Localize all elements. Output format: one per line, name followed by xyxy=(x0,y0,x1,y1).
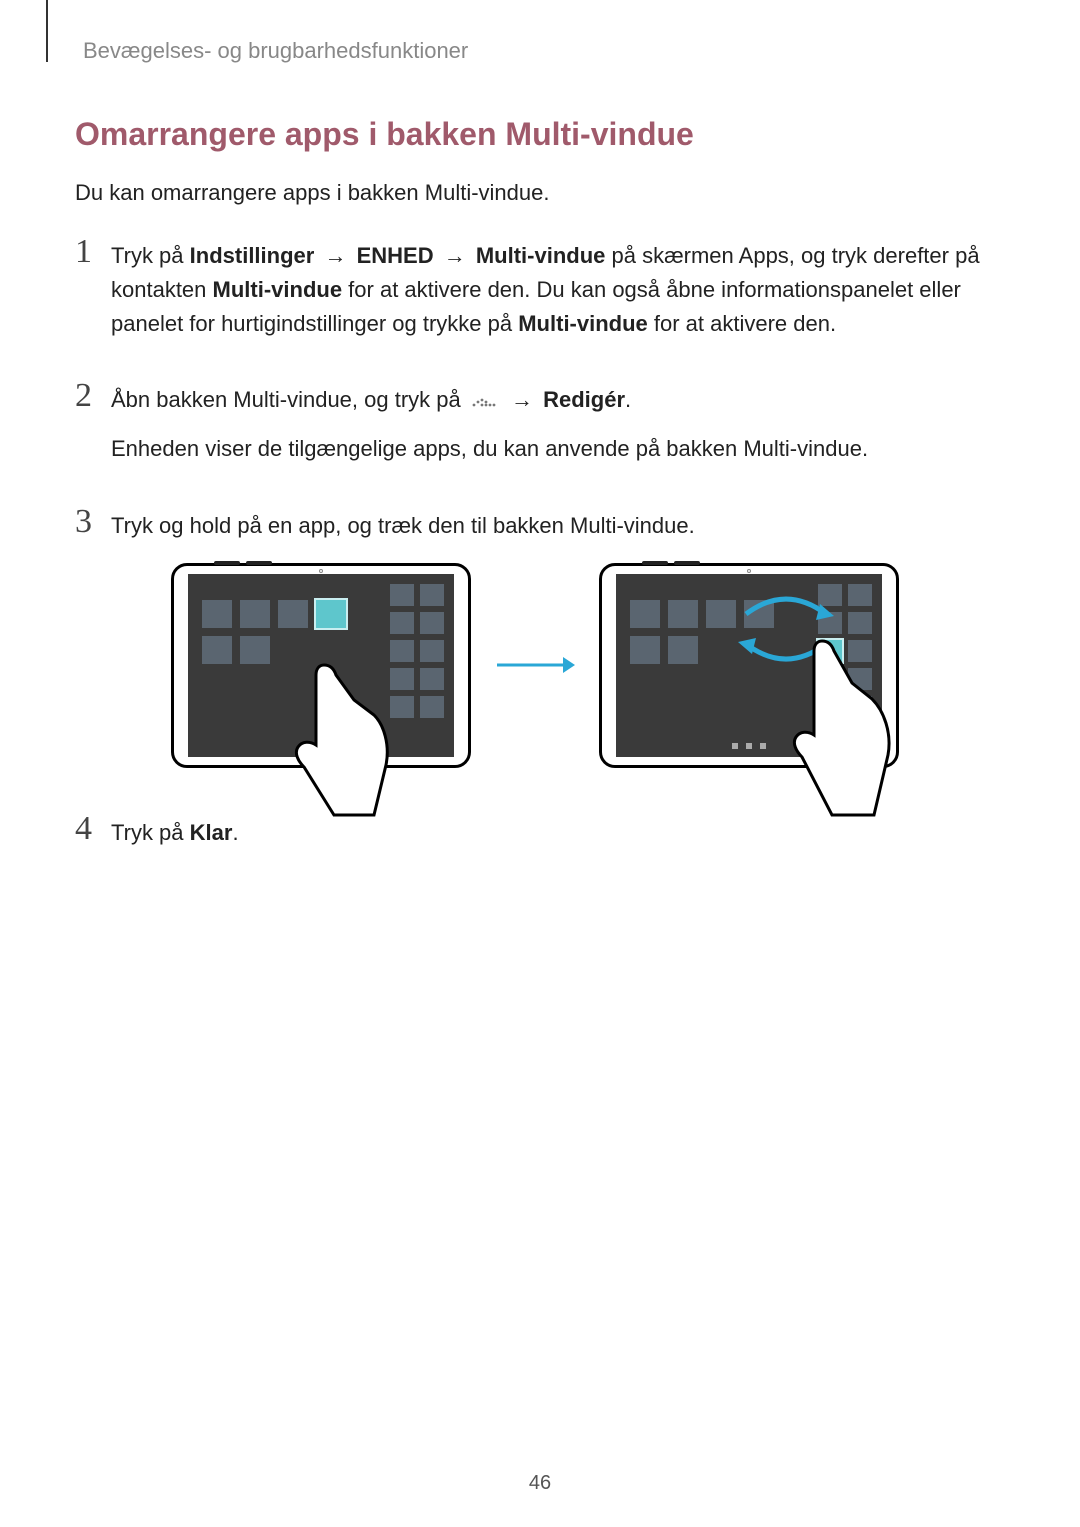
arrow-glyph: → xyxy=(507,387,543,412)
step-2-body: Åbn bakken Multi-vindue, og tryk på xyxy=(111,383,868,480)
bold-text: ENHED xyxy=(357,243,434,268)
arrow-glyph: → xyxy=(434,243,476,268)
text: Tryk på xyxy=(111,820,190,845)
more-dots-icon xyxy=(467,384,501,418)
step-1-number: 1 xyxy=(75,235,111,269)
bold-text: Klar xyxy=(190,820,233,845)
arrow-right-icon xyxy=(495,653,575,677)
text: Enheden viser de tilgængelige apps, du k… xyxy=(111,432,868,466)
illustration-row xyxy=(171,563,899,768)
header-tab-marker xyxy=(46,0,48,62)
text: . xyxy=(625,387,631,412)
section-intro: Du kan omarrangere apps i bakken Multi-v… xyxy=(75,177,1005,209)
page-number: 46 xyxy=(0,1472,1080,1495)
text: Tryk og hold på en app, og træk den til … xyxy=(111,509,899,543)
text: for at aktivere den. xyxy=(648,311,836,336)
tablet-illustration-left xyxy=(171,563,471,768)
breadcrumb: Bevægelses- og brugbarhedsfunktioner xyxy=(83,38,1005,64)
swap-arrows-icon xyxy=(736,594,836,664)
text: . xyxy=(232,820,238,845)
bold-text: Indstillinger xyxy=(190,243,315,268)
section-heading: Omarrangere apps i bakken Multi-vindue xyxy=(75,116,1005,153)
step-4-number: 4 xyxy=(75,812,111,846)
bold-text: Multi-vindue xyxy=(518,311,648,336)
step-3-number: 3 xyxy=(75,505,111,539)
step-1: 1 Tryk på Indstillinger → ENHED → Multi-… xyxy=(75,239,1005,355)
step-1-body: Tryk på Indstillinger → ENHED → Multi-vi… xyxy=(111,239,1005,355)
text: Åbn bakken Multi-vindue, og tryk på xyxy=(111,387,467,412)
tablet-illustration-right xyxy=(599,563,899,768)
text: Tryk på xyxy=(111,243,190,268)
step-2: 2 Åbn bakken Multi-vindue, og tryk på xyxy=(75,383,1005,480)
step-4: 4 Tryk på Klar. xyxy=(75,816,1005,864)
arrow-glyph: → xyxy=(314,243,356,268)
bold-text: Multi-vindue xyxy=(476,243,606,268)
step-2-number: 2 xyxy=(75,379,111,413)
step-4-body: Tryk på Klar. xyxy=(111,816,239,864)
step-3: 3 Tryk og hold på en app, og træk den ti… xyxy=(75,509,1005,788)
bold-text: Redigér xyxy=(543,387,625,412)
bold-text: Multi-vindue xyxy=(213,277,343,302)
step-3-body: Tryk og hold på en app, og træk den til … xyxy=(111,509,899,788)
